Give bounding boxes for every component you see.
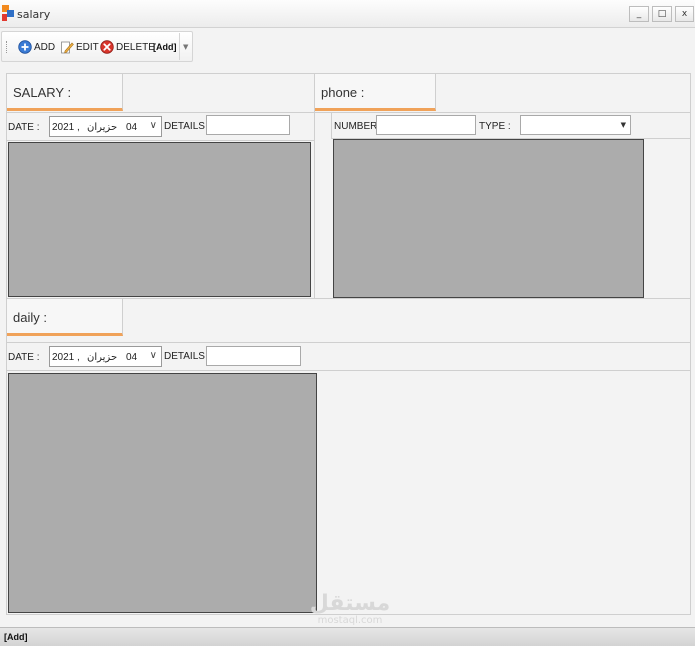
close-button[interactable]: x — [675, 6, 694, 22]
salary-date-dropdown-icon[interactable]: ∨ — [150, 120, 157, 131]
salary-divider — [7, 112, 314, 113]
maximize-button[interactable]: □ — [652, 6, 672, 22]
salary-date-year: 2021 , — [52, 122, 80, 133]
phone-data-grid[interactable] — [333, 139, 644, 298]
phone-type-label: TYPE : — [479, 121, 511, 132]
daily-date-year: 2021 , — [52, 352, 80, 363]
salary-data-grid[interactable] — [8, 142, 311, 297]
daily-tab-label: daily : — [13, 310, 47, 325]
daily-details-label: DETAILS : — [164, 351, 211, 362]
phone-type-dropdown-icon[interactable]: ▼ — [621, 121, 626, 129]
add-icon — [18, 40, 32, 54]
toolbar-overflow-icon[interactable]: ▼ — [183, 43, 188, 51]
watermark-text-ar: مستقل — [309, 591, 391, 616]
daily-divider — [7, 342, 690, 343]
tab-daily[interactable]: daily : — [7, 299, 123, 336]
salary-details-input[interactable] — [206, 115, 290, 135]
phone-type-select[interactable]: ▼ — [520, 115, 631, 135]
daily-date-picker[interactable]: 2021 , حزيران 04 ∨ — [49, 346, 162, 367]
status-mode-text: [Add] — [4, 632, 28, 642]
add-button-label: ADD — [34, 41, 56, 53]
daily-data-grid[interactable] — [8, 373, 317, 613]
window-title: salary — [17, 8, 51, 21]
toolbar-grip[interactable] — [6, 41, 8, 53]
salary-details-label: DETAILS : — [164, 121, 211, 132]
status-bar: [Add] — [0, 627, 695, 646]
edit-icon — [61, 41, 74, 54]
add-button[interactable]: ADD — [18, 38, 55, 56]
salary-tab-label: SALARY : — [13, 85, 72, 100]
delete-button[interactable]: DELETE — [100, 38, 155, 56]
daily-form-divider — [7, 370, 690, 371]
title-bar[interactable]: salary _ □ x — [0, 0, 695, 28]
daily-date-dropdown-icon[interactable]: ∨ — [150, 350, 157, 361]
edit-button-label: EDIT — [76, 41, 99, 53]
phone-form-left-edge — [331, 113, 332, 139]
daily-panel: daily : DATE : 2021 , حزيران 04 ∨ DETAIL… — [6, 298, 691, 615]
phone-panel: phone : NUMBER : TYPE : ▼ — [314, 73, 691, 299]
toolbar-separator — [179, 33, 180, 60]
daily-date-label: DATE : — [8, 352, 40, 363]
salary-date-picker[interactable]: 2021 , حزيران 04 ∨ — [49, 116, 162, 137]
salary-date-label: DATE : — [8, 122, 40, 133]
watermark-logo: مستقل mostaql.com — [305, 591, 395, 627]
toolbar: ADD EDIT DELETE [Add] ▼ — [1, 31, 193, 62]
salary-date-day: 04 — [126, 122, 138, 133]
minimize-button[interactable]: _ — [629, 6, 649, 22]
delete-button-label: DELETE — [116, 41, 155, 53]
salary-form-divider — [7, 140, 314, 141]
salary-date-month: حزيران — [87, 122, 118, 133]
phone-tab-label: phone : — [321, 85, 365, 100]
tab-phone[interactable]: phone : — [315, 74, 436, 111]
salary-panel: SALARY : DATE : 2021 , حزيران 04 ∨ DETAI… — [6, 73, 315, 299]
phone-divider — [315, 112, 690, 113]
delete-icon — [100, 40, 114, 54]
watermark-text-en: mostaql.com — [317, 615, 383, 626]
mode-indicator: [Add] — [153, 42, 177, 52]
daily-details-input[interactable] — [206, 346, 301, 366]
edit-button[interactable]: EDIT — [60, 38, 99, 56]
phone-number-input[interactable] — [376, 115, 476, 135]
daily-date-day: 04 — [126, 352, 138, 363]
daily-date-month: حزيران — [87, 352, 118, 363]
tab-salary[interactable]: SALARY : — [7, 74, 123, 111]
app-logo-icon — [2, 5, 14, 21]
